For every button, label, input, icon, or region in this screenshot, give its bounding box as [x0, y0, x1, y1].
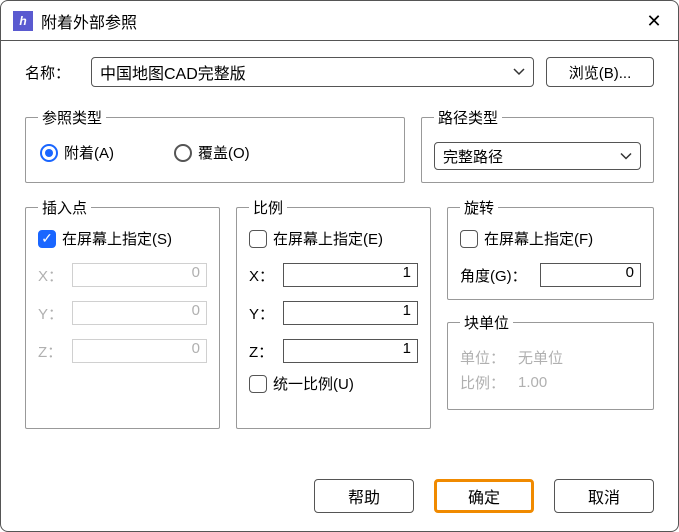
insert-onscreen-label: 在屏幕上指定(S): [62, 228, 172, 249]
ok-button-label: 确定: [468, 484, 500, 508]
block-unit-unit-row: 单位： 无单位: [460, 347, 641, 368]
block-unit-scale-label: 比例：: [460, 372, 508, 393]
name-select[interactable]: 中国地图CAD完整版: [91, 57, 534, 87]
insert-y-row: Y： 0: [38, 301, 207, 325]
checkbox-icon: [249, 375, 267, 393]
checkbox-icon: [249, 230, 267, 248]
uniform-scale-label: 统一比例(U): [273, 373, 354, 394]
scale-onscreen-checkbox[interactable]: 在屏幕上指定(E): [249, 228, 418, 249]
insert-point-group: 插入点 ✓ 在屏幕上指定(S) X： 0 Y： 0 Z：: [25, 197, 220, 429]
block-unit-scale-value: 1.00: [518, 374, 547, 391]
browse-button-label: 浏览(B)...: [569, 62, 632, 83]
block-unit-unit-label: 单位：: [460, 347, 508, 368]
title-bar: h 附着外部参照 ✕: [1, 1, 678, 41]
insert-x-row: X： 0: [38, 263, 207, 287]
insert-z-input: 0: [72, 339, 207, 363]
rotate-legend: 旋转: [460, 197, 498, 218]
name-label: 名称：: [25, 62, 79, 83]
path-type-group: 路径类型 完整路径: [421, 107, 654, 183]
checkbox-icon: ✓: [38, 230, 56, 248]
scale-y-label: Y：: [249, 303, 277, 324]
name-select-value: 中国地图CAD完整版: [100, 60, 246, 84]
dialog-window: h 附着外部参照 ✕ 名称： 中国地图CAD完整版 浏览(B)... 参照类型: [0, 0, 679, 532]
radio-icon: [174, 144, 192, 162]
rotate-onscreen-label: 在屏幕上指定(F): [484, 228, 593, 249]
window-title: 附着外部参照: [41, 9, 642, 33]
reference-type-options: 附着(A) 覆盖(O): [38, 138, 392, 165]
uniform-scale-checkbox[interactable]: 统一比例(U): [249, 373, 418, 394]
insert-z-row: Z： 0: [38, 339, 207, 363]
insert-onscreen-checkbox[interactable]: ✓ 在屏幕上指定(S): [38, 228, 207, 249]
block-unit-group: 块单位 单位： 无单位 比例： 1.00: [447, 312, 654, 410]
scale-x-label: X：: [249, 265, 277, 286]
cancel-button[interactable]: 取消: [554, 479, 654, 513]
insert-y-input: 0: [72, 301, 207, 325]
scale-legend: 比例: [249, 197, 287, 218]
block-unit-scale-row: 比例： 1.00: [460, 372, 641, 393]
footer: 帮助 确定 取消: [1, 465, 678, 531]
radio-icon: [40, 144, 58, 162]
dialog-body: 名称： 中国地图CAD完整版 浏览(B)... 参照类型 附着(A): [1, 41, 678, 465]
path-type-value: 完整路径: [443, 146, 503, 167]
chevron-down-icon: [620, 148, 632, 165]
scale-z-label: Z：: [249, 341, 277, 362]
attach-radio-label: 附着(A): [64, 142, 114, 163]
rotate-column: 旋转 在屏幕上指定(F) 角度(G)： 0 块单位 单位： 无单位: [447, 197, 654, 429]
scale-x-row: X： 1: [249, 263, 418, 287]
reference-type-legend: 参照类型: [38, 107, 106, 128]
top-groups-row: 参照类型 附着(A) 覆盖(O) 路径类型 完整路径: [25, 107, 654, 183]
attach-radio[interactable]: 附着(A): [40, 142, 114, 163]
browse-button[interactable]: 浏览(B)...: [546, 57, 654, 87]
app-icon: h: [13, 11, 33, 31]
insert-x-label: X：: [38, 265, 66, 286]
scale-onscreen-label: 在屏幕上指定(E): [273, 228, 383, 249]
scale-y-row: Y： 1: [249, 301, 418, 325]
help-button-label: 帮助: [348, 484, 380, 508]
scale-z-row: Z： 1: [249, 339, 418, 363]
checkbox-icon: [460, 230, 478, 248]
reference-type-group: 参照类型 附着(A) 覆盖(O): [25, 107, 405, 183]
scale-group: 比例 在屏幕上指定(E) X： 1 Y： 1 Z：: [236, 197, 431, 429]
help-button[interactable]: 帮助: [314, 479, 414, 513]
block-unit-legend: 块单位: [460, 312, 513, 333]
angle-label: 角度(G)：: [460, 265, 534, 286]
scale-x-input[interactable]: 1: [283, 263, 418, 287]
overlay-radio[interactable]: 覆盖(O): [174, 142, 250, 163]
rotate-group: 旋转 在屏幕上指定(F) 角度(G)： 0: [447, 197, 654, 300]
main-groups-row: 插入点 ✓ 在屏幕上指定(S) X： 0 Y： 0 Z：: [25, 197, 654, 429]
name-row: 名称： 中国地图CAD完整版 浏览(B)...: [25, 57, 654, 87]
rotate-onscreen-checkbox[interactable]: 在屏幕上指定(F): [460, 228, 641, 249]
ok-button[interactable]: 确定: [434, 479, 534, 513]
cancel-button-label: 取消: [588, 484, 620, 508]
scale-y-input[interactable]: 1: [283, 301, 418, 325]
chevron-down-icon: [513, 63, 525, 81]
insert-z-label: Z：: [38, 341, 66, 362]
insert-y-label: Y：: [38, 303, 66, 324]
close-icon[interactable]: ✕: [642, 9, 666, 33]
block-unit-unit-value: 无单位: [518, 347, 563, 368]
path-type-legend: 路径类型: [434, 107, 502, 128]
scale-column: 比例 在屏幕上指定(E) X： 1 Y： 1 Z：: [236, 197, 431, 429]
insert-column: 插入点 ✓ 在屏幕上指定(S) X： 0 Y： 0 Z：: [25, 197, 220, 429]
overlay-radio-label: 覆盖(O): [198, 142, 250, 163]
insert-x-input: 0: [72, 263, 207, 287]
insert-point-legend: 插入点: [38, 197, 91, 218]
angle-row: 角度(G)： 0: [460, 263, 641, 287]
scale-z-input[interactable]: 1: [283, 339, 418, 363]
path-type-select[interactable]: 完整路径: [434, 142, 641, 170]
angle-input[interactable]: 0: [540, 263, 641, 287]
